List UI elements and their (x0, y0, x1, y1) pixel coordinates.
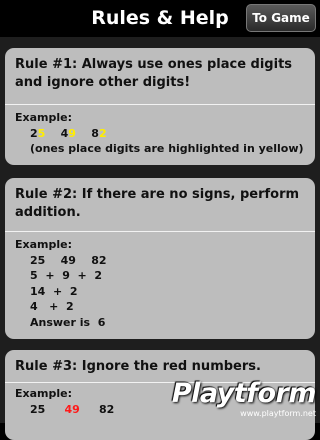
number-3: 82 (98, 402, 115, 416)
example-answer: Answer is 6 (30, 315, 106, 329)
number-3-tens: 8 (91, 126, 99, 140)
example-note: (ones place digits are highlighted in ye… (30, 142, 304, 155)
example-line: 14 + 2 (30, 284, 78, 298)
divider (5, 104, 315, 105)
rules-scroll-view[interactable]: Rule #1: Always use ones place digits an… (0, 37, 320, 440)
rule-card-1: Rule #1: Always use ones place digits an… (5, 48, 315, 165)
rule-example: Example: 25 49 82 5 + 9 + 2 14 + 2 4 + 2… (5, 237, 315, 330)
number-3-ones: 2 (98, 126, 107, 140)
to-game-button[interactable]: To Game (246, 4, 316, 32)
example-label: Example: (15, 238, 72, 251)
example-line: 5 + 9 + 2 (30, 269, 103, 282)
divider (5, 231, 315, 232)
watermark-logo: Playtform (171, 378, 317, 409)
example-line: 4 + 2 (30, 300, 74, 313)
rule-title: Rule #2: If there are no signs, perform … (15, 187, 300, 220)
navigation-bar: Rules & Help To Game (0, 0, 320, 36)
rule-title: Rule #1: Always use ones place digits an… (15, 57, 293, 90)
watermark: Playtform www.playtform.net (156, 378, 317, 421)
number-1-ones: 5 (37, 126, 46, 140)
rule-title: Rule #3: Ignore the red numbers. (15, 359, 261, 374)
example-numbers: 25 49 82 (15, 126, 305, 142)
example-line: 25 49 82 (30, 253, 107, 267)
watermark-url: www.playtform.net (240, 409, 316, 418)
example-label: Example: (15, 111, 72, 124)
number-2-ones: 9 (68, 126, 76, 140)
number-2-ignored: 49 (64, 402, 80, 416)
rule-example: Example: 25 49 82 (ones place digits are… (5, 110, 315, 157)
number-1-tens: 2 (30, 126, 38, 140)
rule-card-2: Rule #2: If there are no signs, perform … (5, 178, 315, 339)
number-1: 25 (30, 402, 46, 416)
